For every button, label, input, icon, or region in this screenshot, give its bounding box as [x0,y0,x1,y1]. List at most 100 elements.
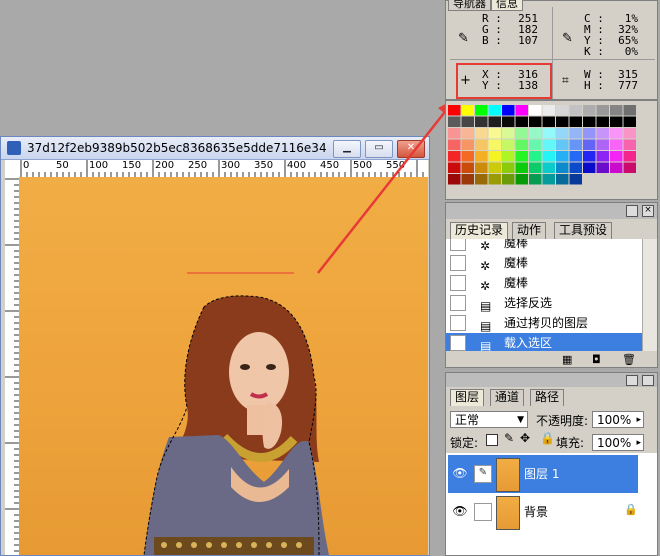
color-swatch[interactable] [542,116,556,128]
color-swatch[interactable] [569,128,583,139]
color-swatch[interactable] [569,116,583,128]
fill-input[interactable]: 100% ▸ [592,434,644,451]
color-swatch[interactable] [610,139,623,151]
color-swatch[interactable] [502,105,515,116]
color-swatch[interactable] [556,105,569,116]
color-swatch[interactable] [596,128,610,139]
color-swatch[interactable] [583,139,596,151]
tab-history[interactable]: 历史记录 [450,222,509,239]
color-swatch[interactable] [596,116,610,128]
history-checkbox[interactable] [450,295,466,311]
color-swatch[interactable] [502,139,515,151]
color-swatch[interactable] [556,128,569,139]
color-swatch[interactable] [488,151,502,162]
color-swatch[interactable] [515,105,529,116]
color-swatch[interactable] [529,116,542,128]
color-swatch[interactable] [461,151,475,162]
color-swatch[interactable] [583,128,596,139]
color-swatch[interactable] [448,174,461,185]
panel-close-icon[interactable] [642,375,654,386]
color-swatch[interactable] [448,105,461,116]
color-swatch[interactable] [596,151,610,162]
color-swatch[interactable] [623,116,637,128]
panel-minimize-icon[interactable] [626,205,638,217]
lock-transparent-icon[interactable] [486,434,498,446]
color-swatch[interactable] [556,139,569,151]
color-swatch[interactable] [623,128,637,139]
color-swatch[interactable] [610,151,623,162]
layer-row[interactable]: 👁 背景 🔒 [448,493,638,531]
color-swatch[interactable] [556,174,569,185]
color-swatch[interactable] [448,139,461,151]
lock-all-icon[interactable]: 🔒 [540,431,555,445]
color-swatch[interactable] [488,174,502,185]
swatch-grid[interactable] [446,101,657,199]
color-swatch[interactable] [461,162,475,174]
panel-close-icon[interactable]: × [642,205,654,217]
color-swatch[interactable] [556,151,569,162]
color-swatch[interactable] [461,128,475,139]
color-swatch[interactable] [610,105,623,116]
blend-mode-select[interactable]: 正常 ▼ [450,411,528,428]
color-swatch[interactable] [488,105,502,116]
color-swatch[interactable] [502,151,515,162]
color-swatch[interactable] [502,116,515,128]
color-swatch[interactable] [556,162,569,174]
color-swatch[interactable] [448,128,461,139]
color-swatch[interactable] [475,139,488,151]
color-swatch[interactable] [542,151,556,162]
color-swatch[interactable] [461,174,475,185]
brush-icon[interactable]: ✎ [474,465,492,483]
eye-icon[interactable]: 👁 [452,466,468,482]
opacity-input[interactable]: 100% ▸ [592,411,644,428]
color-swatch[interactable] [542,139,556,151]
color-swatch[interactable] [569,174,583,185]
color-swatch[interactable] [529,162,542,174]
color-swatch[interactable] [515,174,529,185]
color-swatch[interactable] [542,105,556,116]
color-swatch[interactable] [542,174,556,185]
color-swatch[interactable] [623,139,637,151]
color-swatch[interactable] [569,162,583,174]
color-swatch[interactable] [583,151,596,162]
trash-icon[interactable]: 🗑 [622,353,636,366]
color-swatch[interactable] [596,105,610,116]
color-swatch[interactable] [515,151,529,162]
color-swatch[interactable] [515,116,529,128]
new-snapshot-icon[interactable]: ◘ [592,353,601,366]
color-swatch[interactable] [583,116,596,128]
color-swatch[interactable] [610,128,623,139]
color-swatch[interactable] [556,116,569,128]
new-document-icon[interactable]: ▦ [562,353,572,366]
color-swatch[interactable] [596,162,610,174]
color-swatch[interactable] [569,151,583,162]
color-swatch[interactable] [461,139,475,151]
color-swatch[interactable] [448,162,461,174]
history-item[interactable]: ▤ 通过拷贝的图层 [446,313,642,333]
tab-channels[interactable]: 通道 [490,389,525,406]
layer-row[interactable]: 👁 ✎ 图层 1 [448,455,638,493]
color-swatch[interactable] [475,128,488,139]
tab-tool-presets[interactable]: 工具预设 [554,222,613,239]
color-swatch[interactable] [448,151,461,162]
color-swatch[interactable] [475,116,488,128]
color-swatch[interactable] [583,105,596,116]
history-checkbox[interactable] [450,275,466,291]
color-swatch[interactable] [542,128,556,139]
color-swatch[interactable] [529,139,542,151]
history-item-selected[interactable]: ▤ 载入选区 [446,333,642,351]
history-item[interactable]: ▤ 选择反选 [446,293,642,313]
color-swatch[interactable] [502,128,515,139]
color-swatch[interactable] [515,128,529,139]
color-swatch[interactable] [515,139,529,151]
color-swatch[interactable] [569,139,583,151]
history-item[interactable]: ✲ 魔棒 [446,273,642,293]
color-swatch[interactable] [448,116,461,128]
color-swatch[interactable] [515,162,529,174]
color-swatch[interactable] [569,105,583,116]
history-checkbox[interactable] [450,255,466,271]
color-swatch[interactable] [529,174,542,185]
color-swatch[interactable] [610,162,623,174]
history-checkbox[interactable] [450,315,466,331]
lock-move-icon[interactable]: ✥ [520,431,530,445]
